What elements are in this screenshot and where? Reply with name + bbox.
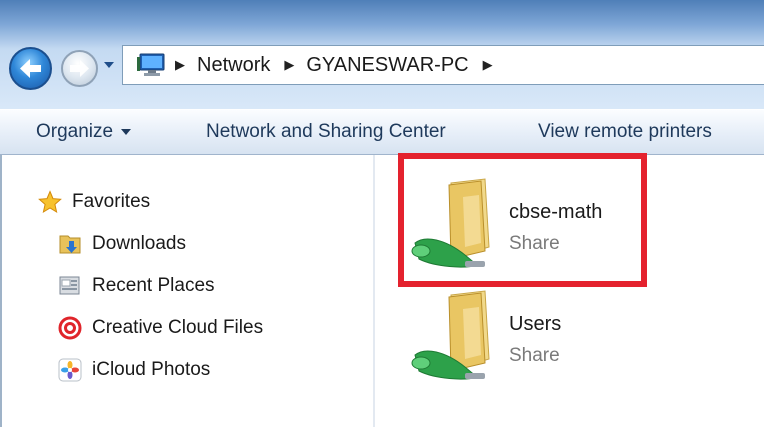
breadcrumb-separator-icon[interactable]: ▶ (284, 57, 294, 73)
navigation-pane: Favorites Downloads Recent Places Creati… (0, 155, 373, 427)
breadcrumb-network[interactable]: Network (197, 54, 270, 77)
nav-item-recent-places[interactable]: Recent Places (58, 272, 215, 300)
nav-label: Creative Cloud Files (92, 317, 264, 338)
organize-menu[interactable]: Organize (36, 110, 132, 154)
recent-pages-dropdown[interactable] (104, 62, 114, 68)
computer-icon (137, 53, 165, 76)
back-arrow-icon (20, 59, 41, 78)
organize-label: Organize (36, 121, 114, 142)
nav-item-creative-cloud[interactable]: Creative Cloud Files (58, 314, 263, 342)
address-bar-area: ▶ Network ▶ GYANESWAR-PC ▶ (0, 0, 764, 109)
back-button[interactable] (9, 47, 52, 90)
highlight-box (398, 153, 647, 287)
recent-places-icon (59, 276, 80, 295)
breadcrumb-separator-icon[interactable]: ▶ (483, 57, 493, 73)
nav-label: Downloads (92, 233, 186, 254)
forward-arrow-icon (70, 60, 89, 77)
breadcrumb[interactable]: ▶ Network ▶ GYANESWAR-PC ▶ (122, 45, 764, 85)
share-item[interactable]: Users Share (405, 289, 725, 389)
downloads-icon (59, 235, 81, 254)
breadcrumb-separator-icon[interactable]: ▶ (175, 57, 185, 73)
share-type: Share (509, 345, 560, 366)
nav-item-favorites[interactable]: Favorites (38, 188, 150, 216)
nav-label: Recent Places (92, 275, 215, 296)
star-icon (38, 190, 62, 214)
network-share-folder-icon (411, 290, 490, 380)
share-name: Users (509, 313, 562, 335)
icloud-photos-icon (58, 358, 82, 382)
command-bar: Organize Network and Sharing Center View… (0, 109, 764, 155)
nav-label: Favorites (72, 191, 151, 212)
network-sharing-center-button[interactable]: Network and Sharing Center (206, 110, 446, 154)
chevron-down-icon (121, 128, 132, 135)
nav-label: iCloud Photos (92, 359, 211, 380)
breadcrumb-computer[interactable]: GYANESWAR-PC (306, 54, 468, 77)
forward-button[interactable] (61, 50, 98, 87)
creative-cloud-icon (58, 316, 82, 340)
view-remote-printers-button[interactable]: View remote printers (538, 110, 712, 154)
nav-item-downloads[interactable]: Downloads (58, 230, 186, 258)
nav-item-icloud-photos[interactable]: iCloud Photos (58, 356, 210, 384)
